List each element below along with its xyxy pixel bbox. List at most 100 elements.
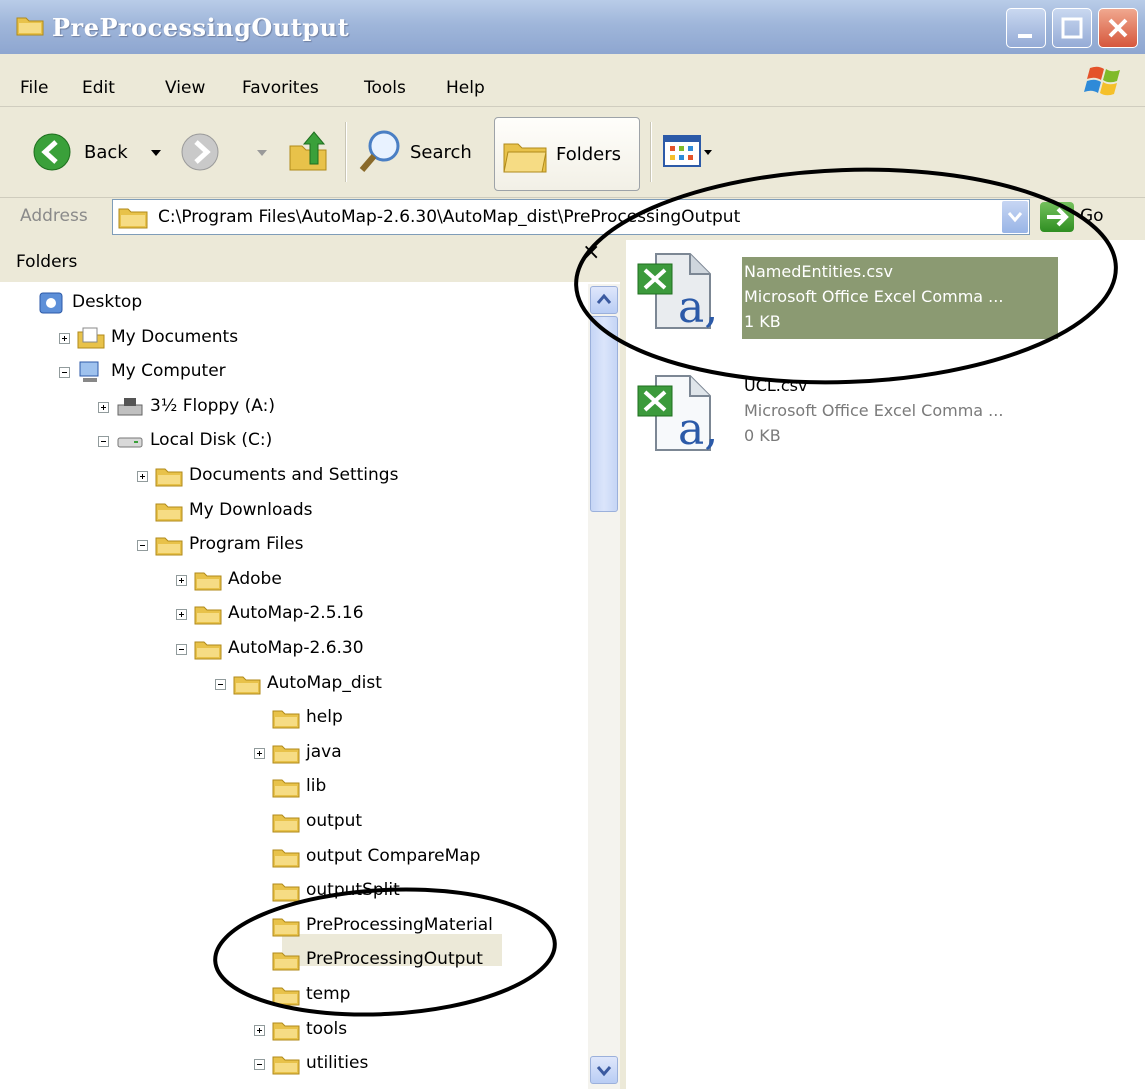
tree-item[interactable]: images [0, 1084, 585, 1089]
tree-item[interactable]: My Computer [0, 357, 585, 387]
tree-item[interactable]: My Downloads [0, 496, 585, 526]
maximize-button[interactable] [1052, 8, 1092, 48]
folder-icon [194, 602, 222, 625]
svg-text:a,: a, [678, 404, 716, 452]
collapse-icon[interactable] [254, 1059, 265, 1070]
expand-icon[interactable] [176, 575, 187, 586]
tree-item-label: My Computer [111, 361, 226, 381]
folder-icon [272, 845, 300, 868]
tree-item-label: help [306, 707, 343, 727]
tree-item[interactable]: AutoMap-2.6.30 [0, 634, 585, 664]
tree-item[interactable]: utilities [0, 1049, 585, 1079]
tree-item[interactable]: lib [0, 772, 585, 802]
back-button-label[interactable]: Back [84, 142, 128, 163]
back-dropdown-icon[interactable] [150, 148, 162, 158]
expand-icon[interactable] [254, 748, 265, 759]
collapse-icon[interactable] [176, 644, 187, 655]
up-folder-icon[interactable] [286, 130, 330, 174]
disk-icon [116, 429, 143, 449]
menu-help[interactable]: Help [446, 78, 485, 98]
folder-icon [272, 706, 300, 729]
folders-pane-header [0, 240, 620, 282]
maximize-icon [1061, 17, 1083, 39]
search-icon[interactable] [356, 128, 404, 176]
tree-item-label: My Documents [111, 327, 239, 347]
scroll-down-button[interactable] [590, 1056, 618, 1084]
tree-item[interactable]: help [0, 703, 585, 733]
menu-view[interactable]: View [165, 78, 205, 98]
expand-icon[interactable] [98, 402, 109, 413]
desktop-icon [38, 291, 64, 314]
tree-item[interactable]: AutoMap_dist [0, 669, 585, 699]
tree-item[interactable]: output [0, 807, 585, 837]
tree-item-label: AutoMap-2.5.16 [228, 603, 364, 623]
folder-icon [272, 741, 300, 764]
collapse-icon[interactable] [137, 540, 148, 551]
folders-icon [503, 143, 547, 173]
expand-icon[interactable] [137, 471, 148, 482]
tree-item[interactable]: Documents and Settings [0, 461, 585, 491]
tree-item-label: Program Files [189, 534, 304, 554]
tree-item-label: output CompareMap [306, 846, 481, 866]
tree-item-label: lib [306, 776, 327, 796]
tree-item-label: Desktop [72, 292, 143, 312]
folders-pane-title: Folders [16, 252, 78, 272]
tree-item-label: Local Disk (C:) [150, 430, 273, 450]
toolbar-separator [345, 122, 347, 182]
annotation-ellipse [574, 167, 1118, 385]
collapse-icon[interactable] [98, 436, 109, 447]
expand-icon[interactable] [59, 333, 70, 344]
tree-item[interactable]: java [0, 738, 585, 768]
tree-item[interactable]: Local Disk (C:) [0, 426, 585, 456]
collapse-icon[interactable] [59, 367, 70, 378]
menu-edit[interactable]: Edit [82, 78, 115, 98]
search-button-label[interactable]: Search [410, 142, 472, 163]
folder-icon [194, 637, 222, 660]
tree-item-label: AutoMap-2.6.30 [228, 638, 364, 658]
folder-icon [272, 810, 300, 833]
menu-favorites[interactable]: Favorites [242, 78, 319, 98]
close-icon [1108, 18, 1128, 38]
address-label: Address [20, 206, 88, 226]
menu-tools[interactable]: Tools [364, 78, 406, 98]
tree-item-label: 3½ Floppy (A:) [150, 396, 275, 416]
tree-item-label: My Downloads [189, 500, 313, 520]
windows-logo-icon [1084, 66, 1120, 96]
file-size: 0 KB [744, 426, 781, 445]
my-computer-icon [77, 360, 103, 382]
annotation-ellipse [213, 887, 557, 1017]
folder-icon [155, 499, 183, 522]
minimize-icon [1018, 34, 1032, 38]
tree-item[interactable]: output CompareMap [0, 842, 585, 872]
tree-item[interactable]: AutoMap-2.5.16 [0, 599, 585, 629]
tree-item-label: utilities [306, 1053, 369, 1073]
my-documents-icon [77, 326, 105, 349]
folder-icon [272, 1052, 300, 1075]
window-title: PreProcessingOutput [52, 13, 350, 42]
tree-item[interactable]: Adobe [0, 565, 585, 595]
expand-icon[interactable] [176, 609, 187, 620]
back-arrow-icon[interactable] [32, 132, 72, 172]
forward-dropdown-icon[interactable] [256, 148, 268, 158]
tree-item-label: AutoMap_dist [267, 673, 382, 693]
folder-icon [155, 533, 183, 556]
folder-icon [194, 568, 222, 591]
collapse-icon[interactable] [215, 679, 226, 690]
tree-item[interactable]: My Documents [0, 323, 585, 353]
tree-item-label: Documents and Settings [189, 465, 399, 485]
close-button[interactable] [1098, 8, 1138, 48]
folder-icon [233, 672, 261, 695]
tree-item-label: java [306, 742, 342, 762]
minimize-button[interactable] [1006, 8, 1046, 48]
folder-icon [16, 17, 44, 36]
folder-icon [118, 208, 148, 229]
tree-item-label: output [306, 811, 363, 831]
tree-item[interactable]: Program Files [0, 530, 585, 560]
explorer-window: PreProcessingOutput File Edit View Favor… [0, 0, 1145, 1089]
menu-file[interactable]: File [20, 78, 48, 98]
tree-item[interactable]: 3½ Floppy (A:) [0, 392, 585, 422]
tree-item[interactable]: Desktop [0, 288, 585, 318]
forward-arrow-icon[interactable] [180, 132, 220, 172]
folder-icon [155, 464, 183, 487]
chevron-down-icon [596, 1066, 612, 1077]
